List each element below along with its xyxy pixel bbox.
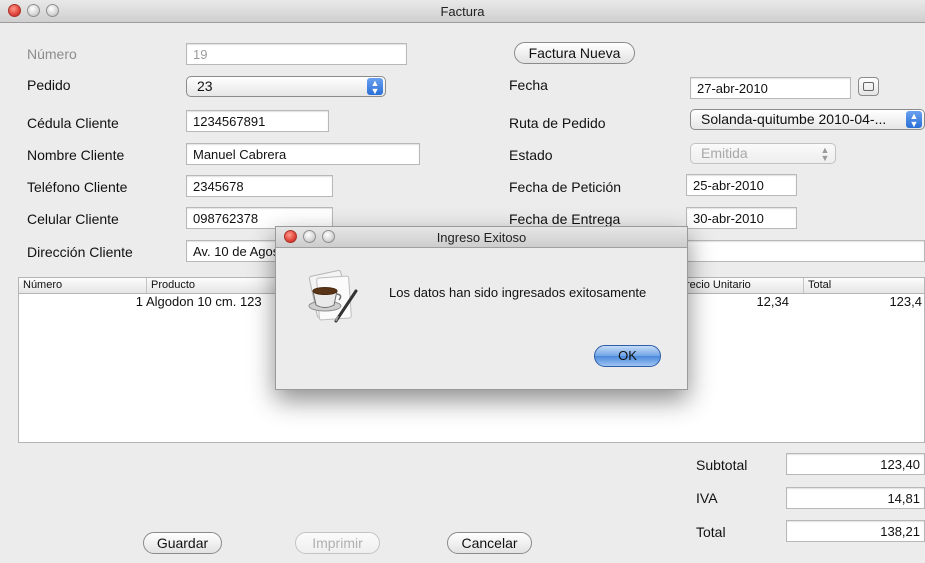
select-arrows-icon: ▲ ▼ (820, 145, 830, 163)
column-header-precio[interactable]: recio Unitario (681, 278, 801, 293)
calendar-icon[interactable] (858, 77, 879, 96)
estado-value: Emitida (701, 145, 748, 161)
select-arrows-icon: ▲ ▼ (367, 78, 383, 96)
ok-button[interactable]: OK (594, 345, 661, 367)
window-titlebar: Factura (0, 0, 925, 23)
cell-precio: 12,34 (756, 294, 789, 309)
column-header-total[interactable]: Total (803, 278, 925, 293)
telefono-field[interactable]: 2345678 (186, 175, 333, 197)
dialog-message: Los datos han sido ingresados exitosamen… (389, 285, 647, 300)
factura-nueva-button[interactable]: Factura Nueva (514, 42, 635, 64)
dialog-title: Ingreso Exitoso (436, 230, 527, 245)
cell-numero: 1 (135, 294, 143, 309)
estado-select[interactable]: Emitida ▲ ▼ (690, 143, 836, 164)
iva-field[interactable]: 14,81 (786, 487, 925, 509)
fecha-label: Fecha (509, 77, 548, 93)
fecha-entrega-label: Fecha de Entrega (509, 211, 621, 227)
subtotal-field[interactable]: 123,40 (786, 453, 925, 475)
guardar-button[interactable]: Guardar (143, 532, 222, 554)
java-coffee-cup-icon (301, 267, 363, 329)
numero-field[interactable]: 19 (186, 43, 407, 65)
telefono-label: Teléfono Cliente (27, 179, 128, 195)
ingreso-exitoso-dialog: Ingreso Exitoso Los datos han sido ingre… (275, 226, 688, 390)
fecha-entrega-field[interactable]: 30-abr-2010 (686, 207, 797, 229)
cell-total: 123,4 (889, 294, 922, 309)
ruta-label: Ruta de Pedido (509, 115, 606, 131)
pedido-label: Pedido (27, 77, 71, 93)
total-field[interactable]: 138,21 (786, 520, 925, 542)
direccion-label: Dirección Cliente (27, 244, 133, 260)
cell-producto: Algodon 10 cm. 123 (146, 294, 262, 309)
fecha-peticion-field[interactable]: 25-abr-2010 (686, 174, 797, 196)
fecha-peticion-label: Fecha de Petición (509, 179, 622, 195)
ruta-value: Solanda-quitumbe 2010-04-... (701, 111, 887, 127)
cancelar-button[interactable]: Cancelar (447, 532, 532, 554)
dialog-titlebar: Ingreso Exitoso (276, 227, 687, 248)
column-header-numero[interactable]: Número (19, 278, 146, 293)
nombre-label: Nombre Cliente (27, 147, 125, 163)
total-label: Total (696, 524, 726, 540)
pedido-value: 23 (197, 78, 213, 94)
estado-label: Estado (509, 147, 553, 163)
cedula-label: Cédula Cliente (27, 115, 119, 131)
nombre-field[interactable]: Manuel Cabrera (186, 143, 420, 165)
select-arrows-icon: ▲ ▼ (906, 111, 922, 129)
ruta-select[interactable]: Solanda-quitumbe 2010-04-... ▲ ▼ (690, 109, 925, 130)
fecha-field[interactable]: 27-abr-2010 (690, 77, 851, 99)
celular-label: Celular Cliente (27, 211, 119, 227)
numero-label: Número (27, 46, 77, 62)
cedula-field[interactable]: 1234567891 (186, 110, 329, 132)
window-title: Factura (440, 4, 485, 19)
pedido-select[interactable]: 23 ▲ ▼ (186, 76, 386, 97)
subtotal-label: Subtotal (696, 457, 748, 473)
imprimir-button[interactable]: Imprimir (295, 532, 380, 554)
iva-label: IVA (696, 490, 718, 506)
